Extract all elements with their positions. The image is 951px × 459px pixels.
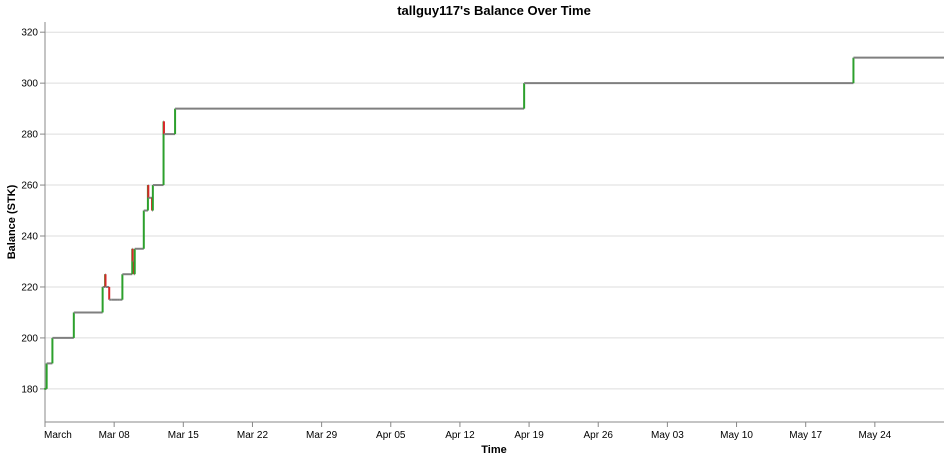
x-tick-label: Mar 29 <box>306 430 338 441</box>
series-layer <box>44 56 944 390</box>
x-tick-label: Mar 15 <box>168 430 200 441</box>
x-tick-label: March <box>44 430 72 441</box>
x-tick-label: Apr 05 <box>376 430 406 441</box>
y-tick-label: 240 <box>21 232 38 243</box>
x-tick-label: May 17 <box>789 430 822 441</box>
x-tick-label: Apr 12 <box>445 430 475 441</box>
y-tick-label: 200 <box>21 333 38 344</box>
x-axis-title: Time <box>481 444 506 456</box>
balance-start-point <box>44 387 46 390</box>
y-tick-label: 300 <box>21 79 38 90</box>
chart-svg: tallguy117's Balance Over Time 180 200 220… <box>6 3 944 456</box>
y-tick-label: 180 <box>21 384 38 395</box>
x-tick-label: Apr 19 <box>514 430 544 441</box>
balance-chart: tallguy117's Balance Over Time 180 200 220… <box>0 0 951 459</box>
x-tick-label: Mar 22 <box>237 430 269 441</box>
x-tick-label: Mar 08 <box>99 430 131 441</box>
y-axis-title: Balance (STK) <box>6 184 18 259</box>
x-tick-label: Apr 26 <box>583 430 613 441</box>
x-tick-label: May 03 <box>651 430 684 441</box>
y-tick-label: 260 <box>21 181 38 192</box>
x-tick-label: May 10 <box>720 430 753 441</box>
x-tick-label: May 24 <box>858 430 891 441</box>
chart-title: tallguy117's Balance Over Time <box>397 3 591 18</box>
axis-layer: 180 200 220 240 260 280 300 320 March Mar 08 Mar 1… <box>21 22 944 441</box>
y-tick-label: 280 <box>21 130 38 141</box>
grid-layer <box>45 31 944 390</box>
y-tick-label: 320 <box>21 28 38 39</box>
y-tick-label: 220 <box>21 282 38 293</box>
